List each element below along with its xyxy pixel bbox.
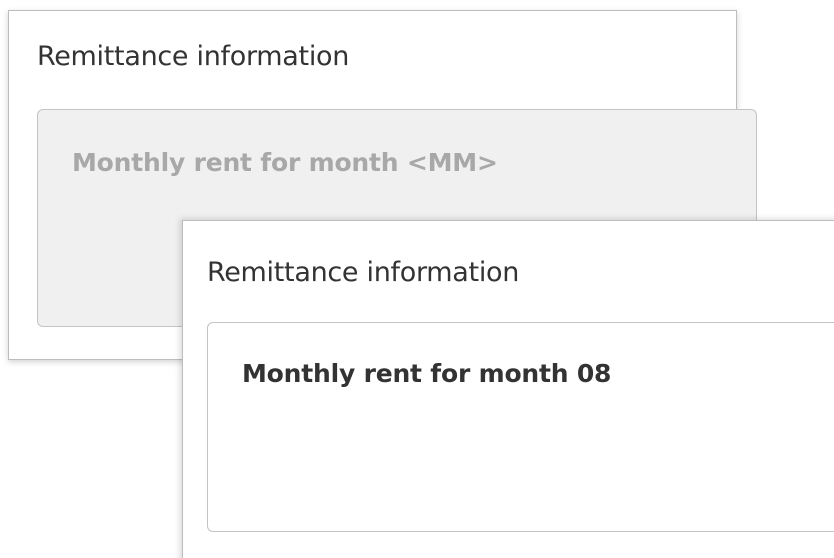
remittance-filled-label: Remittance information — [207, 257, 520, 288]
remittance-filled-value: Monthly rent for month 08 — [242, 359, 612, 388]
remittance-filled-field[interactable]: Monthly rent for month 08 — [207, 322, 834, 532]
screenshot-stage: Remittance information Monthly rent for … — [0, 0, 834, 558]
remittance-template-value: Monthly rent for month <MM> — [72, 148, 498, 177]
remittance-template-label: Remittance information — [37, 41, 350, 72]
remittance-filled-panel: Remittance information Monthly rent for … — [182, 220, 834, 558]
